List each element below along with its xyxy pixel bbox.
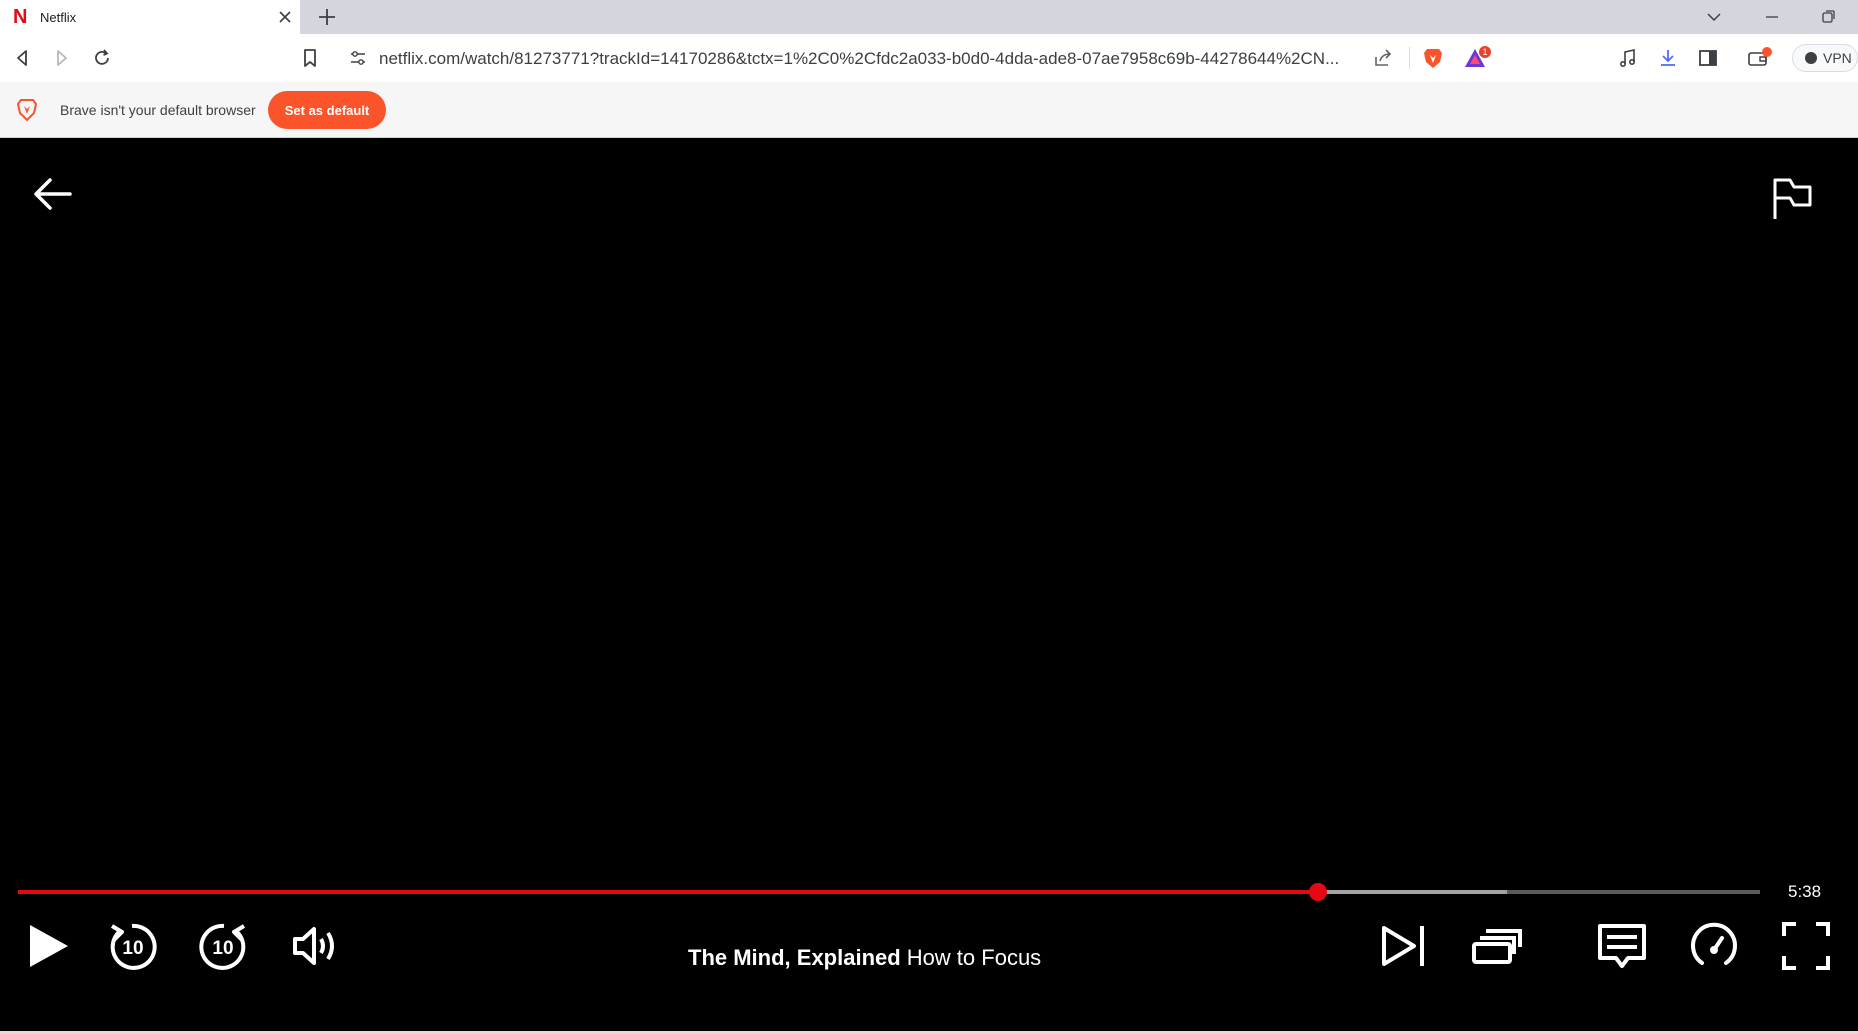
close-icon[interactable] bbox=[276, 8, 294, 26]
svg-text:10: 10 bbox=[122, 938, 143, 959]
vpn-label: VPN bbox=[1823, 50, 1852, 66]
media-icon[interactable] bbox=[1616, 46, 1640, 70]
tab-strip: N Netflix bbox=[0, 0, 1858, 34]
time-remaining: 5:38 bbox=[1788, 882, 1822, 901]
share-icon[interactable] bbox=[1372, 47, 1394, 69]
playback-speed-icon[interactable] bbox=[1688, 920, 1740, 972]
address-bar-divider bbox=[1409, 47, 1410, 69]
brave-rewards-icon[interactable]: 1 bbox=[1463, 46, 1491, 70]
brave-logo-icon bbox=[16, 98, 38, 122]
volume-icon[interactable] bbox=[290, 920, 342, 972]
infobar-message: Brave isn't your default browser bbox=[60, 102, 256, 118]
now-playing-title: The Mind, Explained How to Focus bbox=[688, 945, 1041, 971]
episodes-icon[interactable] bbox=[1470, 920, 1522, 972]
brave-shields-icon[interactable] bbox=[1421, 46, 1445, 70]
default-browser-infobar: Brave isn't your default browser Set as … bbox=[0, 82, 1858, 138]
video-player[interactable]: 5:38 10 10 The Mind, Explained How to Foc… bbox=[0, 139, 1858, 1031]
sidebar-icon[interactable] bbox=[1696, 46, 1720, 70]
subtitles-icon[interactable] bbox=[1596, 920, 1648, 972]
back-arrow-icon[interactable] bbox=[30, 174, 76, 214]
play-icon[interactable] bbox=[22, 920, 74, 972]
wallet-icon[interactable] bbox=[1746, 46, 1772, 70]
download-icon[interactable] bbox=[1656, 46, 1680, 70]
tab-search-icon[interactable] bbox=[1704, 7, 1724, 27]
set-as-default-button[interactable]: Set as default bbox=[268, 91, 386, 129]
site-info-icon[interactable] bbox=[349, 49, 367, 67]
scrubber-handle[interactable] bbox=[1308, 883, 1327, 901]
restore-icon[interactable] bbox=[1818, 7, 1838, 27]
new-tab-icon[interactable] bbox=[316, 6, 338, 28]
browser-toolbar: netflix.com/watch/81273771?trackId=14170… bbox=[0, 34, 1858, 82]
show-title: The Mind, Explained bbox=[688, 945, 901, 970]
bookmark-icon[interactable] bbox=[298, 46, 322, 70]
address-bar[interactable]: netflix.com/watch/81273771?trackId=14170… bbox=[337, 41, 1499, 75]
rewind-10-icon[interactable]: 10 bbox=[106, 920, 158, 972]
forward-10-icon[interactable]: 10 bbox=[198, 920, 250, 972]
forward-icon[interactable] bbox=[50, 46, 74, 70]
progress-bar[interactable] bbox=[18, 883, 1760, 901]
played-progress bbox=[18, 890, 1318, 894]
svg-text:10: 10 bbox=[212, 938, 233, 959]
episode-title: How to Focus bbox=[906, 945, 1042, 970]
next-episode-icon[interactable] bbox=[1378, 920, 1430, 972]
minimize-icon[interactable] bbox=[1762, 7, 1782, 27]
rewards-badge: 1 bbox=[1482, 47, 1487, 57]
fullscreen-icon[interactable] bbox=[1780, 920, 1832, 972]
url-text[interactable]: netflix.com/watch/81273771?trackId=14170… bbox=[379, 49, 1389, 69]
reload-icon[interactable] bbox=[90, 46, 114, 70]
tab-netflix[interactable]: N Netflix bbox=[0, 0, 300, 34]
netflix-n-icon: N bbox=[13, 6, 28, 28]
vpn-button[interactable]: VPN bbox=[1792, 44, 1858, 72]
report-flag-icon[interactable] bbox=[1770, 175, 1816, 221]
back-icon[interactable] bbox=[10, 46, 34, 70]
tab-title: Netflix bbox=[40, 10, 77, 25]
vpn-status-icon bbox=[1805, 52, 1817, 64]
